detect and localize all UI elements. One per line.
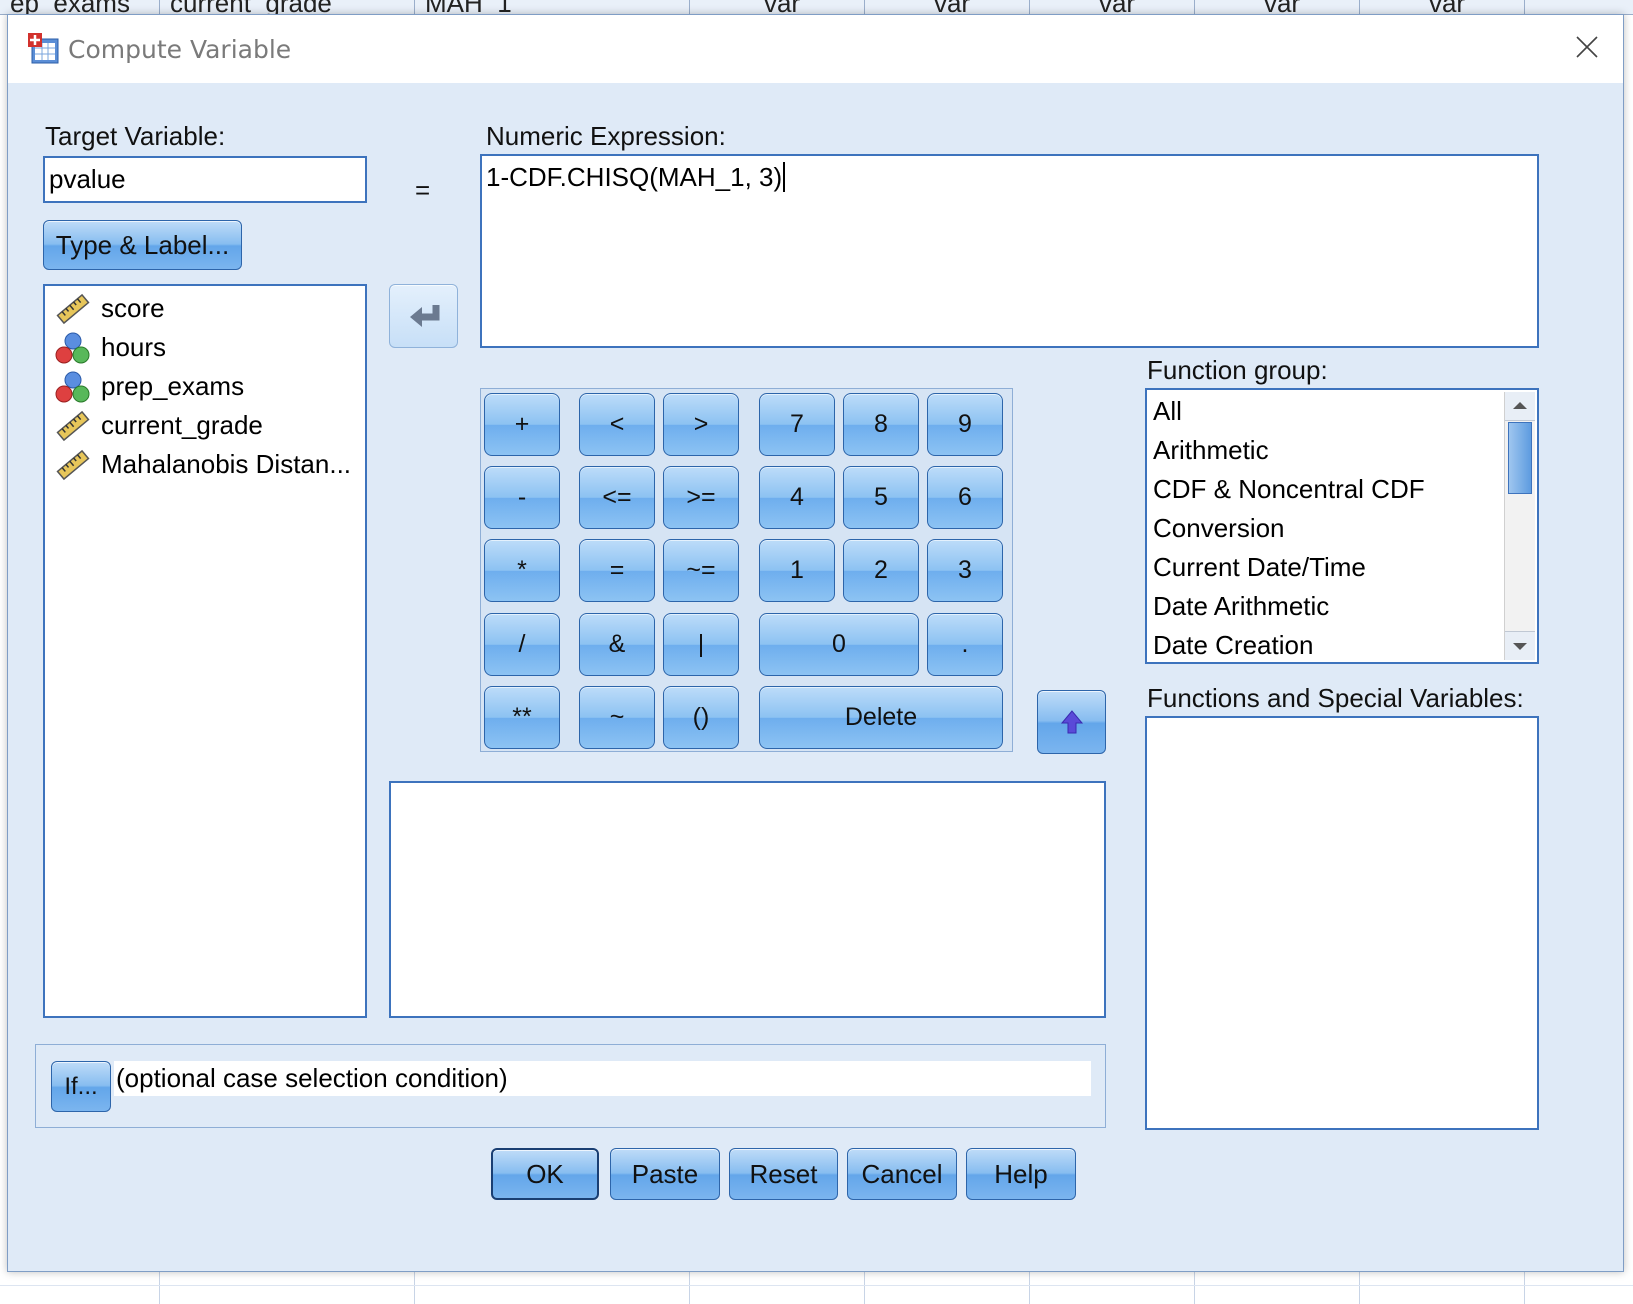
list-item[interactable]: Conversion	[1153, 513, 1285, 544]
keypad-parentheses-button[interactable]: ()	[663, 686, 739, 749]
scroll-down-icon	[1513, 643, 1527, 650]
variable-name: prep_exams	[101, 371, 245, 401]
ruler-scale-icon	[56, 410, 90, 441]
target-variable-label: Target Variable:	[45, 121, 226, 151]
variable-name: score	[101, 293, 165, 323]
close-button[interactable]	[1563, 25, 1611, 69]
keypad-6-button[interactable]: 6	[927, 466, 1003, 529]
keypad-5-button[interactable]: 5	[843, 466, 919, 529]
function-group-list[interactable]: All Arithmetic CDF & Noncentral CDF Conv…	[1145, 388, 1539, 664]
functions-special-variables-list[interactable]	[1145, 716, 1539, 1130]
list-item[interactable]: CDF & Noncentral CDF	[1153, 474, 1425, 505]
target-variable-value: pvalue	[49, 164, 126, 194]
keypad-7-button[interactable]: 7	[759, 393, 835, 456]
list-item[interactable]: Current Date/Time	[1153, 552, 1366, 583]
keypad-greater-equal-button[interactable]: >=	[663, 466, 739, 529]
keypad-divide-button[interactable]: /	[484, 613, 560, 676]
grid-line	[0, 1285, 1633, 1286]
spreadsheet-header: ep_exams current_grade MAH_1 var var var…	[0, 0, 1633, 15]
list-item[interactable]: prep_exams	[45, 367, 244, 406]
keypad-and-button[interactable]: &	[579, 613, 655, 676]
arrow-up-icon	[1060, 710, 1083, 734]
variable-name: hours	[101, 332, 167, 362]
keypad-not-button[interactable]: ~	[579, 686, 655, 749]
ok-button[interactable]: OK	[491, 1148, 599, 1200]
keypad-greater-than-button[interactable]: >	[663, 393, 739, 456]
compute-variable-icon	[28, 33, 59, 64]
type-label-button[interactable]: Type & Label...	[43, 220, 242, 270]
keypad-decimal-button[interactable]: .	[927, 613, 1003, 676]
keypad-not-equal-button[interactable]: ~=	[663, 539, 739, 602]
dialog-title: Compute Variable	[68, 35, 292, 64]
column-header[interactable]: var	[865, 0, 1030, 14]
equals-sign: =	[415, 175, 431, 205]
function-group-scrollbar[interactable]	[1504, 392, 1535, 660]
function-description-area	[389, 781, 1106, 1018]
keypad-equal-button[interactable]: =	[579, 539, 655, 602]
title-bar[interactable]: Compute Variable	[8, 15, 1623, 83]
column-header[interactable]: var	[1030, 0, 1195, 14]
if-button[interactable]: If...	[51, 1061, 111, 1112]
close-icon	[1576, 36, 1598, 58]
scroll-up-button[interactable]	[1505, 392, 1535, 421]
functions-special-variables-label: Functions and Special Variables:	[1147, 683, 1524, 713]
keypad-2-button[interactable]: 2	[843, 539, 919, 602]
keypad-power-button[interactable]: **	[484, 686, 560, 749]
column-header[interactable]: current_grade	[160, 0, 415, 14]
numeric-expression-label: Numeric Expression:	[486, 121, 726, 151]
help-button[interactable]: Help	[966, 1148, 1076, 1200]
scroll-up-icon	[1513, 402, 1527, 409]
keypad-multiply-button[interactable]: *	[484, 539, 560, 602]
paste-button[interactable]: Paste	[610, 1148, 720, 1200]
ruler-scale-icon	[56, 449, 90, 480]
scroll-thumb[interactable]	[1508, 422, 1532, 494]
keypad-plus-button[interactable]: +	[484, 393, 560, 456]
keypad-minus-button[interactable]: -	[484, 466, 560, 529]
column-header[interactable]: ep_exams	[0, 0, 160, 14]
numeric-expression-field[interactable]: 1-CDF.CHISQ(MAH_1, 3)	[480, 154, 1539, 348]
list-item[interactable]: All	[1153, 396, 1182, 427]
move-to-expression-button[interactable]	[389, 284, 458, 348]
keypad-8-button[interactable]: 8	[843, 393, 919, 456]
arrow-left-icon	[409, 305, 439, 327]
list-item[interactable]: Date Creation	[1153, 630, 1313, 661]
keypad-less-than-button[interactable]: <	[579, 393, 655, 456]
nominal-circles-icon	[55, 371, 90, 402]
keypad-4-button[interactable]: 4	[759, 466, 835, 529]
variables-list[interactable]: score hours prep_exams current_grade Mah…	[43, 284, 367, 1018]
list-item[interactable]: Date Arithmetic	[1153, 591, 1329, 622]
cancel-button[interactable]: Cancel	[847, 1148, 957, 1200]
function-group-label: Function group:	[1147, 355, 1328, 385]
list-item[interactable]: hours	[45, 328, 166, 367]
list-item[interactable]: score	[45, 289, 165, 328]
list-item[interactable]: Arithmetic	[1153, 435, 1269, 466]
nominal-circles-icon	[55, 332, 90, 363]
column-header[interactable]: var	[690, 0, 865, 14]
keypad-3-button[interactable]: 3	[927, 539, 1003, 602]
column-header[interactable]: var	[1360, 0, 1525, 14]
keypad-or-button[interactable]: |	[663, 613, 739, 676]
column-header[interactable]: var	[1195, 0, 1360, 14]
ruler-scale-icon	[56, 293, 90, 324]
compute-variable-dialog: Compute Variable Target Variable: pvalue…	[7, 14, 1624, 1272]
insert-function-button[interactable]	[1037, 690, 1106, 754]
scroll-down-button[interactable]	[1505, 631, 1535, 660]
target-variable-field[interactable]: pvalue	[43, 156, 367, 203]
keypad-less-equal-button[interactable]: <=	[579, 466, 655, 529]
reset-button[interactable]: Reset	[729, 1148, 838, 1200]
keypad-0-button[interactable]: 0	[759, 613, 919, 676]
if-condition-text: (optional case selection condition)	[114, 1061, 1091, 1096]
list-item[interactable]: Mahalanobis Distan...	[45, 445, 351, 484]
keypad-delete-button[interactable]: Delete	[759, 686, 1003, 749]
variable-name: Mahalanobis Distan...	[101, 449, 352, 479]
variable-name: current_grade	[101, 410, 263, 440]
column-header[interactable]: MAH_1	[415, 0, 690, 14]
list-item[interactable]: current_grade	[45, 406, 263, 445]
keypad-1-button[interactable]: 1	[759, 539, 835, 602]
keypad-9-button[interactable]: 9	[927, 393, 1003, 456]
numeric-expression-value: 1-CDF.CHISQ(MAH_1, 3)	[482, 156, 1537, 193]
